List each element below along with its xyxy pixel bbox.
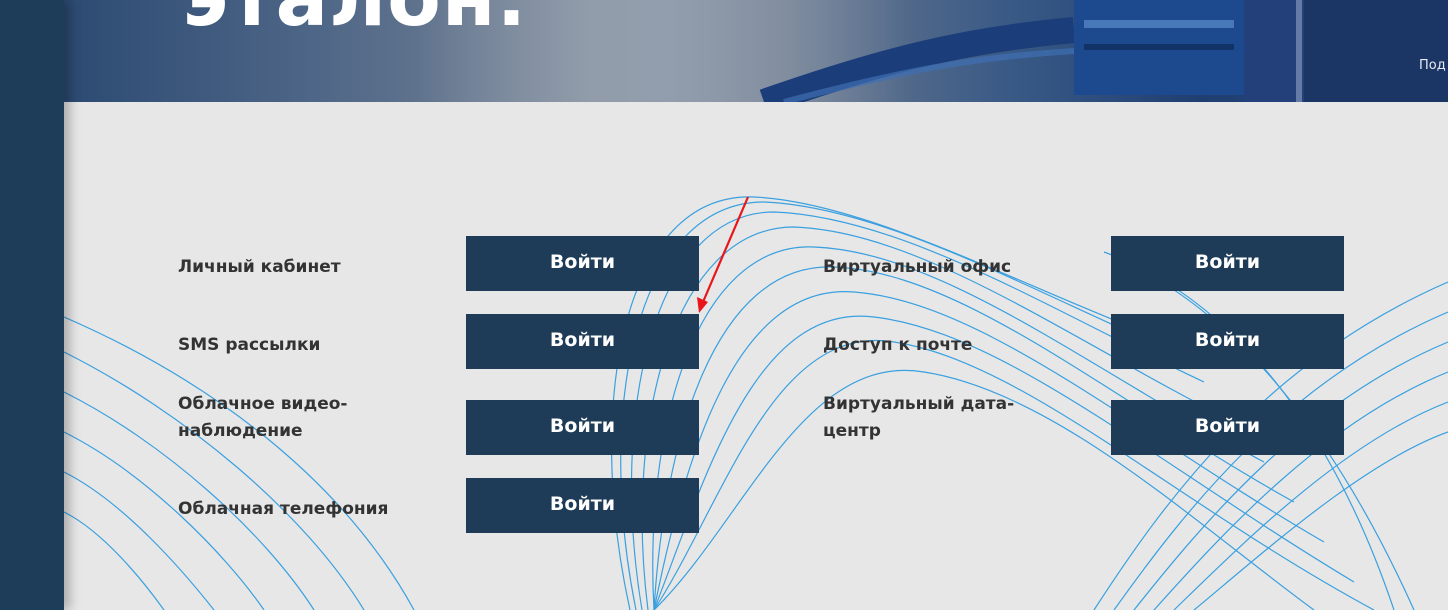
service-label-virtual-office: Виртуальный офис — [823, 257, 1012, 277]
login-button-sms-mailing[interactable]: Войти — [466, 314, 699, 369]
hero-title: эталон. — [182, 0, 527, 38]
login-button-cloud-telephony[interactable]: Войти — [466, 478, 699, 533]
service-label-cloud-video-surveillance: Облачное видео- наблюдение — [178, 394, 348, 441]
login-button-mail-access[interactable]: Войти — [1111, 314, 1344, 369]
login-button-cloud-video-surveillance[interactable]: Войти — [466, 400, 699, 455]
page: эталон. Под — [0, 0, 1448, 610]
hero-caption: Под — [1419, 58, 1446, 73]
login-button-virtual-office[interactable]: Войти — [1111, 236, 1344, 291]
service-label-mail-access: Доступ к почте — [823, 335, 973, 355]
service-label-virtual-datacenter: Виртуальный дата- центр — [823, 394, 1015, 441]
login-button-personal-account[interactable]: Войти — [466, 236, 699, 291]
left-sidebar-rail — [0, 0, 64, 610]
login-button-virtual-datacenter[interactable]: Войти — [1111, 400, 1344, 455]
hero-banner: эталон. Под — [64, 0, 1448, 102]
service-label-sms-mailing: SMS рассылки — [178, 335, 321, 355]
service-label-personal-account: Личный кабинет — [178, 257, 341, 277]
service-label-cloud-telephony: Облачная телефония — [178, 499, 389, 519]
